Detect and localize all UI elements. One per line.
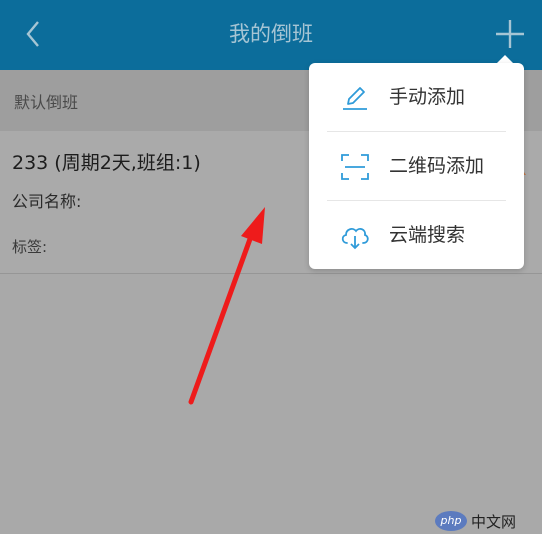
tags-label: 标签: [12,238,48,256]
menu-item-label: 二维码添加 [389,155,485,177]
plus-icon [496,20,524,48]
menu-item-label: 手动添加 [389,86,466,108]
add-button[interactable] [489,14,531,56]
qr-scan-icon [341,154,369,180]
page-title: 我的倒班 [229,22,313,46]
company-name-label: 公司名称: [12,192,82,211]
watermark-text: 中文网 [471,513,517,531]
watermark-logo: php [435,511,467,531]
menu-item-label: 云端搜索 [389,224,466,246]
menu-item-cloud-search[interactable]: 云端搜索 [309,201,524,269]
section-label: 默认倒班 [14,93,79,112]
app-header: 我的倒班 [0,0,542,70]
menu-item-manual-add[interactable]: 手动添加 [309,63,524,131]
menu-item-qr-add[interactable]: 二维码添加 [309,132,524,200]
shift-title: 233 (周期2天,班组:1) [12,152,201,174]
add-menu: 手动添加 二维码添加 云端搜索 [309,63,524,269]
pencil-icon [343,87,367,110]
watermark: php 中文网 [434,509,542,534]
cloud-download-icon [341,228,369,250]
